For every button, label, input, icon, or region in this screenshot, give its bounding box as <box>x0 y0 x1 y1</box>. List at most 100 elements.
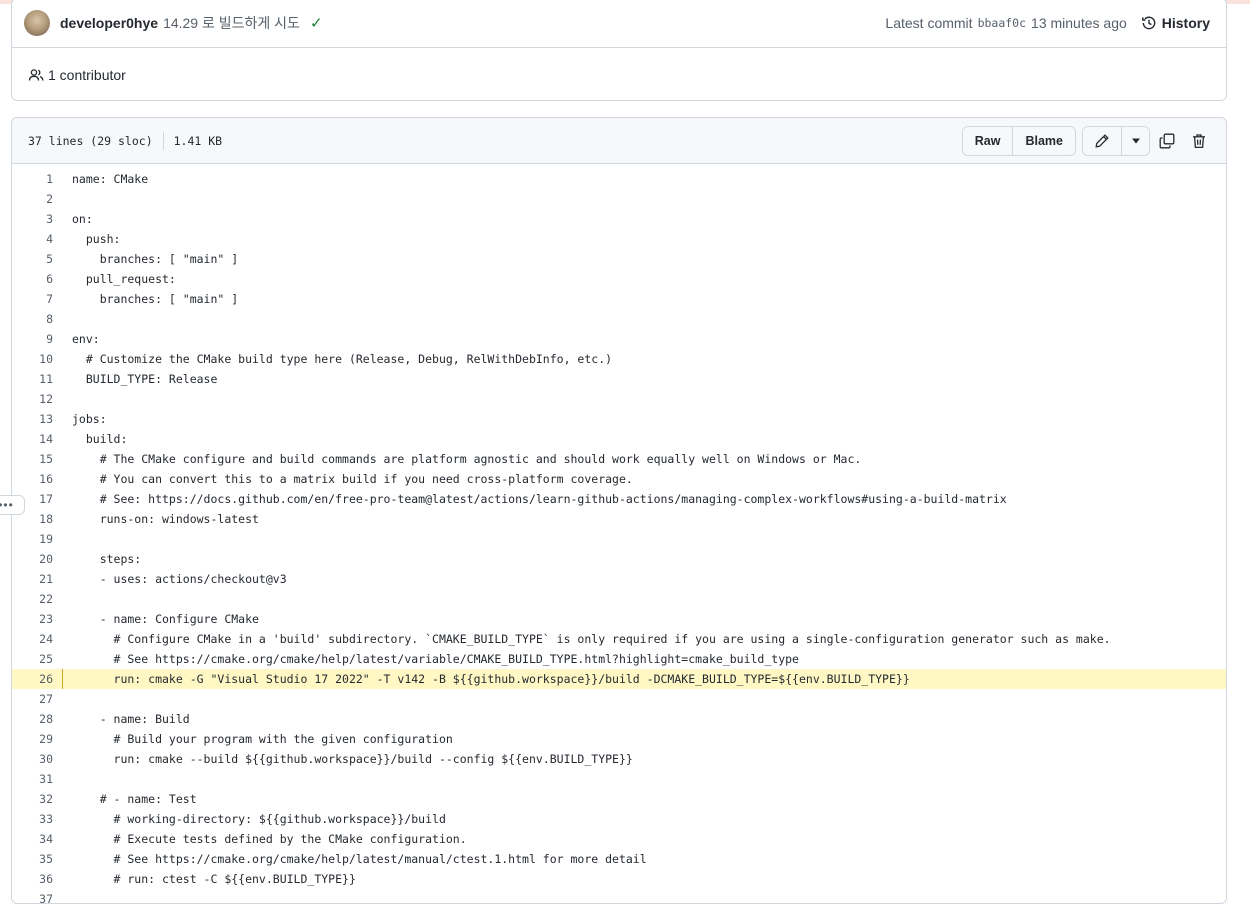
commit-sha[interactable]: bbaaf0c <box>978 16 1026 30</box>
line-number[interactable]: 20 <box>12 552 53 566</box>
line-number[interactable]: 12 <box>12 392 53 406</box>
code-line[interactable]: 3 on: <box>12 209 1226 229</box>
code-line[interactable]: 31 <box>12 769 1226 789</box>
triangle-down-icon <box>1131 138 1140 143</box>
code-line[interactable]: 1 name: CMake <box>12 169 1226 189</box>
line-number[interactable]: 15 <box>12 452 53 466</box>
code-line[interactable]: 17 # See: https://docs.github.com/en/fre… <box>12 489 1226 509</box>
code-line[interactable]: 19 <box>12 529 1226 549</box>
edit-group <box>1082 125 1150 156</box>
line-number[interactable]: 23 <box>12 612 53 626</box>
code-line[interactable]: 14 build: <box>12 429 1226 449</box>
latest-commit-label: Latest commit <box>885 15 973 31</box>
line-number[interactable]: 31 <box>12 772 53 786</box>
line-number[interactable]: 9 <box>12 332 53 346</box>
line-number[interactable]: 16 <box>12 472 53 486</box>
code-line[interactable]: 7 branches: [ "main" ] <box>12 289 1226 309</box>
blame-button[interactable]: Blame <box>1012 126 1075 155</box>
code-line[interactable]: 6 pull_request: <box>12 269 1226 289</box>
line-actions-button[interactable]: ••• <box>0 495 25 515</box>
code-line[interactable]: 29 # Build your program with the given c… <box>12 729 1226 749</box>
raw-button[interactable]: Raw <box>962 126 1013 155</box>
line-content: # Build your program with the given conf… <box>72 732 453 746</box>
code-line[interactable]: 24 # Configure CMake in a 'build' subdir… <box>12 629 1226 649</box>
line-number[interactable]: 10 <box>12 352 53 366</box>
commit-message[interactable]: 14.29 로 빌드하게 시도 <box>163 13 300 33</box>
line-number[interactable]: 6 <box>12 272 53 286</box>
code-line[interactable]: 18 runs-on: windows-latest <box>12 509 1226 529</box>
line-number[interactable]: 22 <box>12 592 53 606</box>
code-line[interactable]: 15 # The CMake configure and build comma… <box>12 449 1226 469</box>
code-line[interactable]: 25 # See https://cmake.org/cmake/help/la… <box>12 649 1226 669</box>
code-line[interactable]: 27 <box>12 689 1226 709</box>
delete-button[interactable] <box>1184 126 1214 156</box>
line-number[interactable]: 11 <box>12 372 53 386</box>
code-line[interactable]: 26 run: cmake -G "Visual Studio 17 2022"… <box>12 669 1226 689</box>
line-number[interactable]: 13 <box>12 412 53 426</box>
edit-button[interactable] <box>1083 126 1121 155</box>
code-line[interactable]: 20 steps: <box>12 549 1226 569</box>
code-line[interactable]: 8 <box>12 309 1226 329</box>
line-number[interactable]: 26 <box>12 672 53 686</box>
line-content: steps: <box>72 552 142 566</box>
line-number[interactable]: 28 <box>12 712 53 726</box>
line-number[interactable]: 29 <box>12 732 53 746</box>
code-line[interactable]: 11 BUILD_TYPE: Release <box>12 369 1226 389</box>
line-number[interactable]: 21 <box>12 572 53 586</box>
code-line[interactable]: 10 # Customize the CMake build type here… <box>12 349 1226 369</box>
line-number[interactable]: 32 <box>12 792 53 806</box>
code-line[interactable]: 21 - uses: actions/checkout@v3 <box>12 569 1226 589</box>
line-number[interactable]: 4 <box>12 232 53 246</box>
line-number[interactable]: 14 <box>12 432 53 446</box>
line-content: run: cmake --build ${{github.workspace}}… <box>72 752 633 766</box>
avatar[interactable] <box>24 10 50 36</box>
code-line[interactable]: 35 # See https://cmake.org/cmake/help/la… <box>12 849 1226 869</box>
line-number[interactable]: 3 <box>12 212 53 226</box>
line-number[interactable]: 30 <box>12 752 53 766</box>
code-line[interactable]: 30 run: cmake --build ${{github.workspac… <box>12 749 1226 769</box>
line-number[interactable]: 5 <box>12 252 53 266</box>
commit-author[interactable]: developer0hye <box>60 15 158 31</box>
code-line[interactable]: 16 # You can convert this to a matrix bu… <box>12 469 1226 489</box>
code-view: 1 name: CMake 2 3 on: 4 push: 5 branches: [ "m… <box>12 164 1226 909</box>
code-line[interactable]: 4 push: <box>12 229 1226 249</box>
contributors-row[interactable]: 1 contributor <box>12 48 1226 101</box>
check-icon[interactable]: ✓ <box>310 14 323 32</box>
code-line[interactable]: 5 branches: [ "main" ] <box>12 249 1226 269</box>
file-size: 1.41 KB <box>173 133 223 148</box>
history-link[interactable]: History <box>1141 15 1210 31</box>
line-number[interactable]: 7 <box>12 292 53 306</box>
line-content: # See https://cmake.org/cmake/help/lates… <box>72 852 647 866</box>
code-line[interactable]: 2 <box>12 189 1226 209</box>
line-number[interactable]: 8 <box>12 312 53 326</box>
code-line[interactable]: 33 # working-directory: ${{github.worksp… <box>12 809 1226 829</box>
line-number[interactable]: 24 <box>12 632 53 646</box>
code-line[interactable]: 22 <box>12 589 1226 609</box>
line-number[interactable]: 36 <box>12 872 53 886</box>
code-line[interactable]: 23 - name: Configure CMake <box>12 609 1226 629</box>
edit-dropdown-button[interactable] <box>1121 126 1149 155</box>
code-line[interactable]: 36 # run: ctest -C ${{env.BUILD_TYPE}} <box>12 869 1226 889</box>
code-line[interactable]: 34 # Execute tests defined by the CMake … <box>12 829 1226 849</box>
line-content: push: <box>72 232 121 246</box>
line-number[interactable]: 2 <box>12 192 53 206</box>
code-line[interactable]: 37 <box>12 889 1226 909</box>
line-number[interactable]: 33 <box>12 812 53 826</box>
line-number[interactable]: 19 <box>12 532 53 546</box>
copy-button[interactable] <box>1152 126 1182 156</box>
line-number[interactable]: 25 <box>12 652 53 666</box>
code-line[interactable]: 13 jobs: <box>12 409 1226 429</box>
line-number[interactable]: 37 <box>12 892 53 906</box>
code-line[interactable]: 28 - name: Build <box>12 709 1226 729</box>
line-number[interactable]: 34 <box>12 832 53 846</box>
commit-meta: Latest commit bbaaf0c 13 minutes ago His… <box>885 15 1210 31</box>
line-content: # run: ctest -C ${{env.BUILD_TYPE}} <box>72 872 356 886</box>
code-line[interactable]: 32 # - name: Test <box>12 789 1226 809</box>
line-number[interactable]: 27 <box>12 692 53 706</box>
code-line[interactable]: 12 <box>12 389 1226 409</box>
line-number[interactable]: 1 <box>12 172 53 186</box>
contributors-count: 1 contributor <box>48 66 126 83</box>
code-line[interactable]: 9 env: <box>12 329 1226 349</box>
line-number[interactable]: 35 <box>12 852 53 866</box>
file-actions: Raw Blame <box>961 125 1214 156</box>
